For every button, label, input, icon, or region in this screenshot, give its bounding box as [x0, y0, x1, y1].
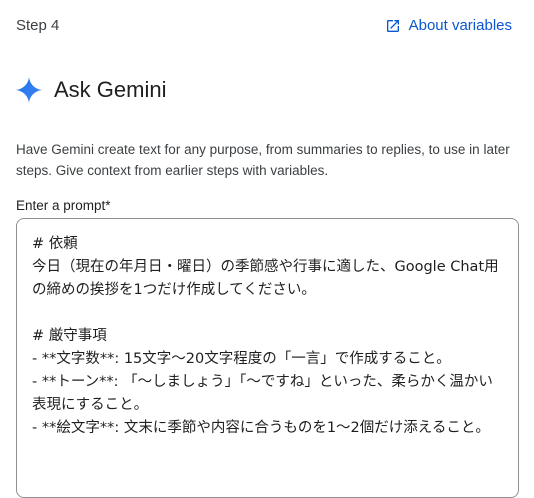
section-title: Ask Gemini [54, 77, 167, 102]
gemini-sparkle-icon [16, 77, 42, 103]
step-label: Step 4 [16, 17, 60, 34]
section-header: Ask Gemini [16, 76, 166, 104]
prompt-input[interactable]: # 依頼 今日（現在の年月日・曜日）の季節感や行事に適した、Google Cha… [16, 218, 519, 498]
about-variables-link[interactable]: About variables [385, 17, 512, 35]
prompt-label: Enter a prompt* [16, 198, 111, 213]
open-in-new-icon [385, 18, 401, 34]
about-variables-label: About variables [408, 17, 512, 34]
section-description: Have Gemini create text for any purpose,… [16, 142, 510, 178]
